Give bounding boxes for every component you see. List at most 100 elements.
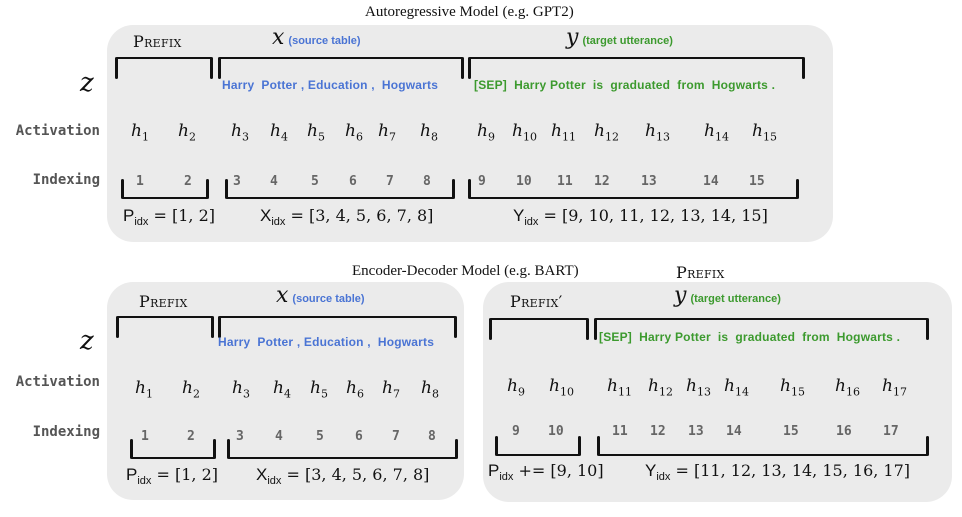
activation-subscript: 3	[242, 387, 250, 401]
index-number: 15	[783, 424, 799, 439]
activation-h: h6	[346, 378, 364, 401]
activation-h: h13	[645, 121, 670, 144]
y-idx-bracket	[468, 179, 799, 199]
encoder-prefix-bracket	[116, 316, 214, 338]
p-idx-bracket	[121, 179, 209, 199]
y-label: y (target utterance)	[566, 25, 673, 50]
activation-subscript: 6	[356, 387, 364, 401]
activation-h: h15	[780, 376, 805, 399]
y-variable: y	[566, 25, 579, 50]
activation-subscript: 17	[892, 385, 907, 399]
decoder-y-symbol: Y	[645, 461, 657, 480]
p-symbol: P	[123, 206, 135, 225]
activation-h: h9	[477, 121, 495, 144]
decoder-y-variable: y	[674, 283, 687, 308]
activation-h: h1	[131, 121, 149, 144]
encoder-x-label: x (source table)	[276, 283, 365, 308]
activation-h: h1	[135, 378, 153, 401]
activation-subscript: 4	[283, 387, 291, 401]
activation-subscript: 5	[320, 387, 328, 401]
encoder-p-idx-formula: Pidx = [1, 2]	[126, 465, 218, 487]
autoregressive-title: Autoregressive Model (e.g. GPT2)	[365, 4, 574, 20]
x-bracket	[218, 57, 464, 79]
decoder-y-idx-formula: Yidx = [11, 12, 13, 14, 15, 16, 17]	[645, 461, 910, 483]
activation-h: h12	[594, 121, 619, 144]
decoder-p-idx-bracket	[495, 436, 581, 456]
activation-subscript: 1	[141, 130, 149, 144]
decoder-prefix-bracket	[489, 318, 589, 340]
activation-subscript: 4	[280, 130, 288, 144]
activation-h: h16	[835, 376, 860, 399]
index-number: 10	[548, 424, 564, 439]
activation-subscript: 14	[714, 130, 729, 144]
activation-subscript: 15	[790, 385, 805, 399]
activation-subscript: 11	[617, 385, 632, 399]
x-idx-formula: Xidx = [3, 4, 5, 6, 7, 8]	[260, 206, 433, 228]
x-idx-bracket	[225, 179, 455, 199]
activation-h: h2	[178, 121, 196, 144]
activation-h: h14	[704, 121, 729, 144]
decoder-y-label: y (target utterance)	[674, 283, 781, 308]
activation-row-label: Activation	[15, 123, 100, 139]
activation-h: h13	[686, 376, 711, 399]
activation-h: h12	[648, 376, 673, 399]
z-symbol: z	[80, 68, 94, 98]
index-number: 14	[726, 424, 742, 439]
encoder-p-subscript: idx	[137, 475, 152, 488]
prefix-label: Prefix	[133, 32, 182, 51]
activation-subscript: 11	[561, 130, 576, 144]
activation-subscript: 2	[192, 387, 200, 401]
activation-subscript: 9	[517, 385, 525, 399]
y-symbol: Y	[513, 206, 525, 225]
decoder-y-subscript: idx	[656, 471, 671, 484]
activation-subscript: 12	[658, 385, 673, 399]
activation-subscript: 8	[431, 387, 439, 401]
y-values: = [9, 10, 11, 12, 13, 14, 15]	[538, 206, 768, 225]
activation-h: h7	[382, 378, 400, 401]
activation-h: h3	[232, 378, 250, 401]
activation-h: h11	[607, 376, 632, 399]
indexing-row-label: Indexing	[32, 172, 100, 188]
decoder-p-values: += [9, 10]	[513, 461, 604, 480]
encoder-x-symbol: X	[256, 465, 268, 484]
index-number: 12	[650, 424, 666, 439]
index-number: 11	[612, 424, 628, 439]
encoder-p-values: = [1, 2]	[151, 465, 218, 484]
p-values: = [1, 2]	[148, 206, 215, 225]
activation-h: h9	[507, 376, 525, 399]
activation-subscript: 9	[487, 130, 495, 144]
encoder-prefix-label: Prefix	[139, 292, 188, 311]
encoder-x-note: (source table)	[292, 293, 365, 305]
encoder-p-symbol: P	[126, 465, 138, 484]
encoder-x-idx-bracket	[227, 439, 458, 459]
activation-subscript: 16	[845, 385, 860, 399]
encoder-indexing-row-label: Indexing	[32, 424, 100, 440]
y-note: (target utterance)	[582, 35, 673, 47]
y-idx-formula: Yidx = [9, 10, 11, 12, 13, 14, 15]	[513, 206, 768, 228]
index-number: 13	[688, 424, 704, 439]
encoder-z-symbol: z	[80, 326, 94, 356]
activation-subscript: 7	[392, 387, 400, 401]
activation-h: h8	[420, 121, 438, 144]
index-number: 9	[512, 424, 520, 439]
activation-h: h17	[882, 376, 907, 399]
activation-subscript: 10	[522, 130, 537, 144]
x-note: (source table)	[288, 35, 361, 47]
activation-subscript: 8	[430, 130, 438, 144]
encoder-x-values: = [3, 4, 5, 6, 7, 8]	[281, 465, 430, 484]
activation-h: h6	[345, 121, 363, 144]
encoder-decoder-title: Encoder-Decoder Model (e.g. BART)	[352, 263, 579, 279]
activation-h: h15	[752, 121, 777, 144]
activation-subscript: 13	[655, 130, 670, 144]
activation-subscript: 6	[355, 130, 363, 144]
activation-h: h4	[270, 121, 288, 144]
activation-h: h8	[421, 378, 439, 401]
activation-subscript: 10	[559, 385, 574, 399]
activation-subscript: 15	[762, 130, 777, 144]
activation-h: h2	[182, 378, 200, 401]
activation-h: h3	[231, 121, 249, 144]
activation-h: h11	[551, 121, 576, 144]
activation-h: h10	[512, 121, 537, 144]
encoder-source-tokens: Harry Potter , Education , Hogwarts	[218, 335, 435, 349]
activation-h: h10	[549, 376, 574, 399]
